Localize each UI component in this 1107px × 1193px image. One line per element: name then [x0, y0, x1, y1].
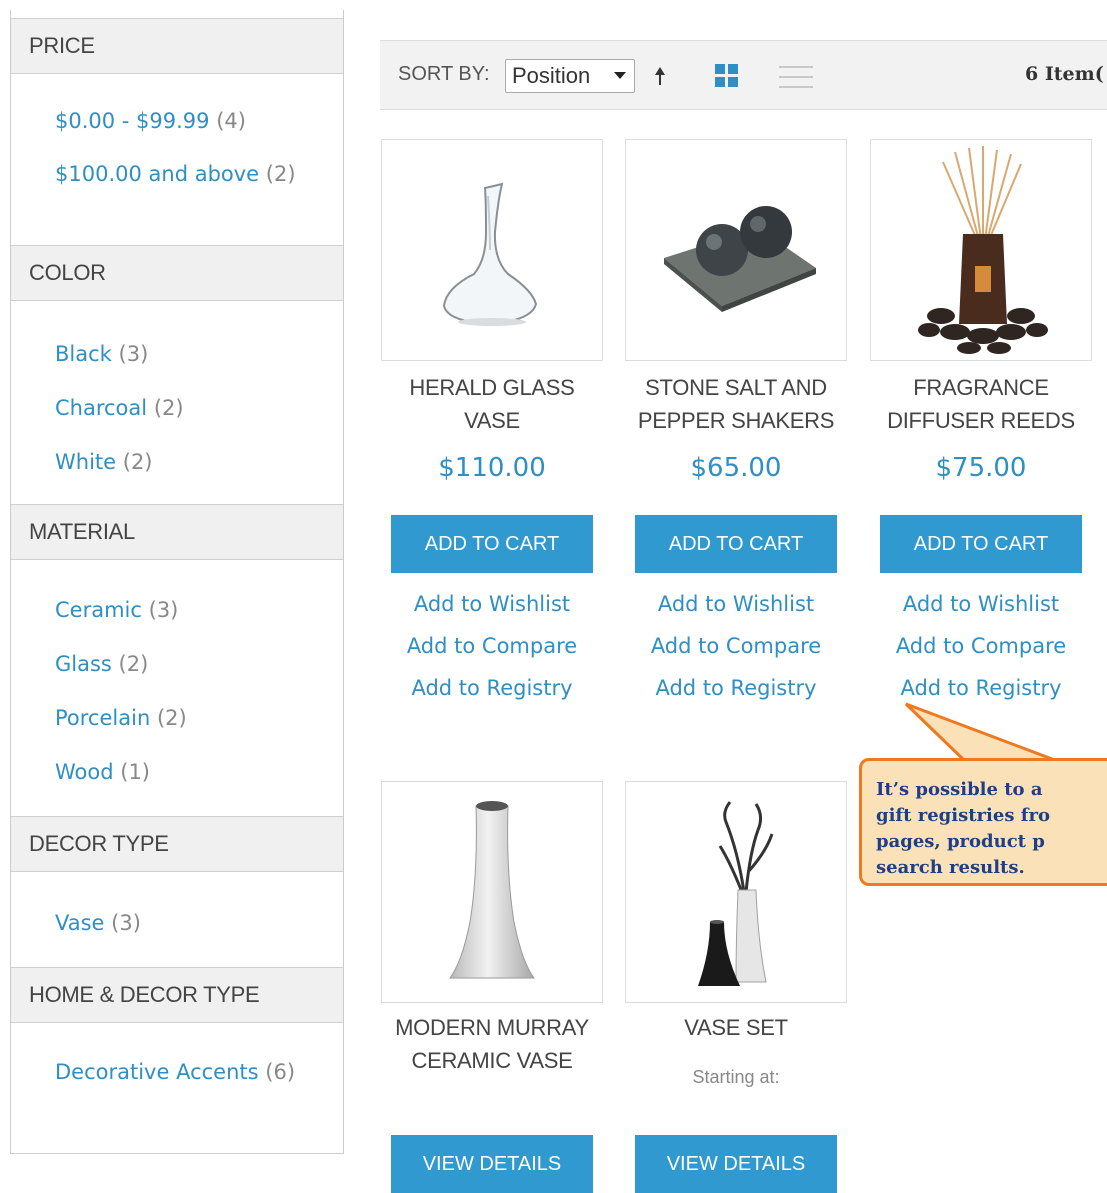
filter-label: Charcoal	[55, 396, 148, 420]
callout-line: gift registries fro	[876, 805, 1050, 826]
product-photo	[698, 801, 774, 986]
filter-label: Black	[55, 342, 112, 366]
filter-price-0-99[interactable]: $0.00 - $99.99 (4)	[55, 103, 325, 139]
filter-count: (2)	[265, 162, 296, 186]
product-name[interactable]: STONE SALT AND PEPPER SHAKERS	[619, 371, 853, 437]
product-price: $75.00	[935, 453, 1027, 483]
filter-count: (3)	[148, 598, 179, 622]
filter-decor-vase[interactable]: Vase (3)	[55, 905, 325, 941]
add-to-compare-link[interactable]: Add to Compare	[619, 625, 853, 667]
add-to-cart-button[interactable]: ADD TO CART	[635, 515, 837, 573]
filter-count: (4)	[216, 109, 246, 133]
filter-label: Wood	[55, 760, 114, 784]
filter-price-100-above[interactable]: $100.00 and above (2)	[55, 156, 315, 192]
starting-at-label: Starting at:	[692, 1067, 780, 1087]
filter-material-wood[interactable]: Wood (1)	[55, 754, 325, 790]
filter-color-charcoal[interactable]: Charcoal (2)	[55, 390, 325, 426]
facet-title-material[interactable]: MATERIAL	[11, 504, 343, 560]
product-image[interactable]	[381, 781, 603, 1003]
sort-by-value: Position	[512, 63, 591, 88]
product-price: $65.00	[690, 453, 782, 483]
filter-material-ceramic[interactable]: Ceramic (3)	[55, 592, 325, 628]
facet-title-home-decor-type[interactable]: HOME & DECOR TYPE	[11, 967, 343, 1023]
facet-title-price[interactable]: PRICE	[11, 18, 343, 74]
product-photo	[442, 182, 538, 326]
annotation-callout: It’s possible to a gift registries fro p…	[859, 758, 1107, 886]
sort-by-select[interactable]: Position	[505, 59, 635, 93]
add-to-wishlist-link[interactable]: Add to Wishlist	[864, 583, 1098, 625]
add-to-cart-button[interactable]: ADD TO CART	[391, 515, 593, 573]
toolbar-item-count: 6 Item(	[1025, 63, 1104, 85]
add-to-registry-link[interactable]: Add to Registry	[619, 667, 853, 709]
filter-count: (2)	[118, 652, 149, 676]
filter-color-white[interactable]: White (2)	[55, 444, 325, 480]
facet-title-color[interactable]: COLOR	[11, 245, 343, 301]
callout-pointer	[904, 702, 1061, 764]
list-view-icon[interactable]	[779, 65, 813, 89]
add-to-compare-link[interactable]: Add to Compare	[375, 625, 609, 667]
arrow-up-icon[interactable]	[653, 61, 667, 91]
filter-count: (6)	[265, 1060, 296, 1084]
add-to-wishlist-link[interactable]: Add to Wishlist	[375, 583, 609, 625]
add-to-compare-link[interactable]: Add to Compare	[864, 625, 1098, 667]
view-details-button[interactable]: VIEW DETAILS	[391, 1135, 593, 1193]
sort-by-label: SORT BY:	[398, 63, 490, 85]
chevron-down-icon	[614, 72, 626, 79]
filter-label: Glass	[55, 652, 112, 676]
filter-count: (3)	[111, 911, 141, 935]
view-details-button[interactable]: VIEW DETAILS	[635, 1135, 837, 1193]
filter-count: (1)	[120, 760, 150, 784]
filter-count: (3)	[118, 342, 149, 366]
filter-label: Ceramic	[55, 598, 142, 622]
product-photo	[918, 146, 1048, 354]
filter-material-glass[interactable]: Glass (2)	[55, 646, 325, 682]
filter-count: (2)	[153, 396, 184, 420]
products-toolbar: SORT BY: Position 6 Item(	[380, 40, 1107, 110]
filter-label: $0.00 - $99.99	[55, 109, 210, 133]
filter-label: Vase	[55, 911, 105, 935]
filter-decorative-accents[interactable]: Decorative Accents (6)	[55, 1054, 315, 1090]
add-to-wishlist-link[interactable]: Add to Wishlist	[619, 583, 853, 625]
product-name[interactable]: VASE SET	[619, 1011, 853, 1044]
filter-count: (2)	[156, 706, 187, 730]
product-image[interactable]	[381, 139, 603, 361]
product-name[interactable]: HERALD GLASS VASE	[375, 371, 609, 437]
filter-material-porcelain[interactable]: Porcelain (2)	[55, 700, 325, 736]
filter-label: White	[55, 450, 117, 474]
product-image[interactable]	[625, 781, 847, 1003]
facet-title-decor-type[interactable]: DECOR TYPE	[11, 816, 343, 872]
callout-line: search results.	[876, 857, 1025, 878]
grid-view-icon[interactable]	[715, 64, 739, 88]
filter-label: Porcelain	[55, 706, 151, 730]
filter-label: Decorative Accents	[55, 1060, 259, 1084]
filter-count: (2)	[122, 450, 153, 474]
product-photo	[449, 801, 535, 979]
product-name[interactable]: MODERN MURRAY CERAMIC VASE	[375, 1011, 609, 1077]
filter-color-black[interactable]: Black (3)	[55, 336, 325, 372]
product-image[interactable]	[870, 139, 1092, 361]
product-photo	[664, 206, 816, 312]
callout-line: It’s possible to a	[876, 779, 1043, 800]
filter-label: $100.00 and above	[55, 162, 260, 186]
product-image[interactable]	[625, 139, 847, 361]
add-to-registry-link[interactable]: Add to Registry	[375, 667, 609, 709]
product-name[interactable]: FRAGRANCE DIFFUSER REEDS	[864, 371, 1098, 437]
add-to-cart-button[interactable]: ADD TO CART	[880, 515, 1082, 573]
layered-navigation: PRICE $0.00 - $99.99 (4) $100.00 and abo…	[10, 10, 344, 1154]
product-price: $110.00	[438, 453, 546, 483]
callout-line: pages, product p	[876, 831, 1045, 852]
